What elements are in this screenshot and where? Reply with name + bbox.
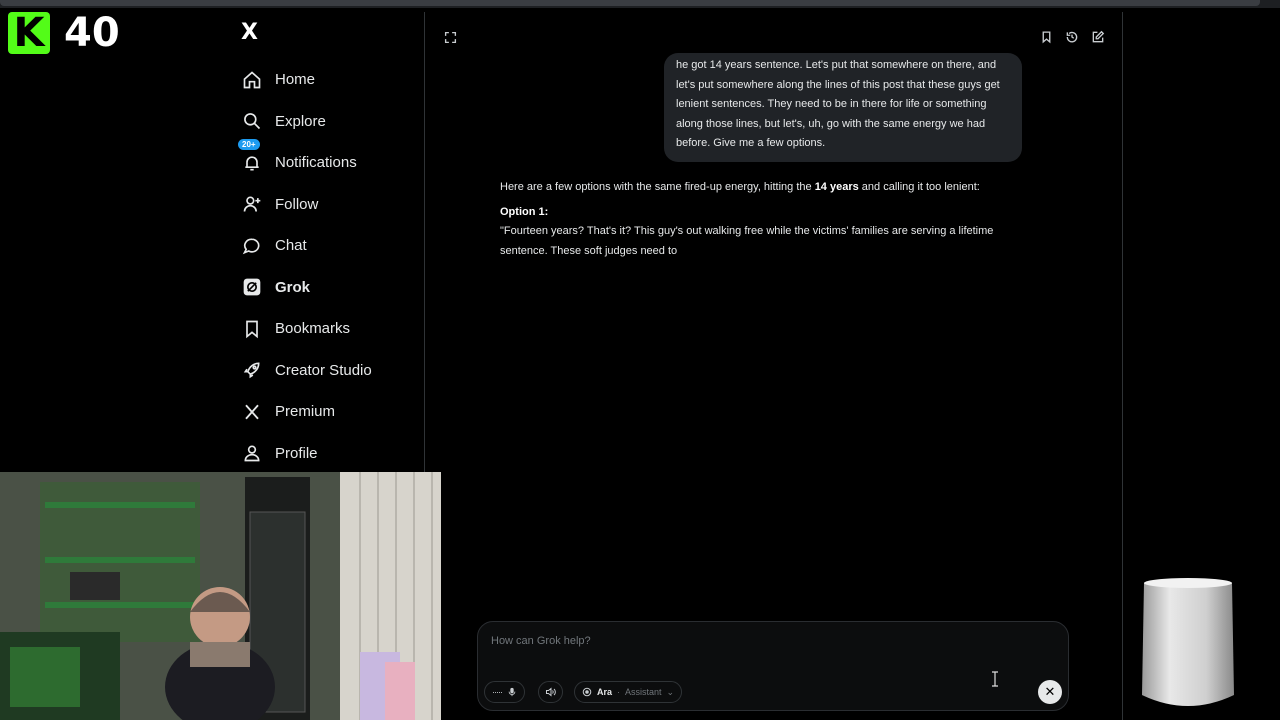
- rocket-icon: [235, 358, 269, 382]
- bell-icon: [235, 151, 269, 175]
- sidebar-item-chat[interactable]: Chat: [235, 225, 420, 267]
- reply-intro: Here are a few options with the same fir…: [500, 178, 1040, 198]
- new-chat-icon[interactable]: [1089, 28, 1107, 46]
- sidebar-item-label: Home: [275, 71, 316, 89]
- webcam-scene: [0, 472, 441, 720]
- profile-icon: [235, 441, 269, 465]
- user-message: he got 14 years sentence. Let's put that…: [664, 53, 1022, 162]
- grok-reply: Here are a few options with the same fir…: [500, 178, 1040, 261]
- kick-logo: K: [8, 12, 50, 54]
- reply-intro-text: Here are a few options with the same fir…: [500, 181, 815, 193]
- viewer-count: 40: [64, 10, 120, 56]
- sidebar-item-follow[interactable]: Follow: [235, 184, 420, 226]
- voice-name: Ara: [597, 687, 613, 697]
- prompt-input[interactable]: [489, 634, 963, 648]
- sidebar-item-label: Premium: [275, 403, 336, 421]
- sidebar-item-grok[interactable]: Grok: [235, 267, 420, 309]
- speaker-button[interactable]: [538, 681, 563, 703]
- voice-selector[interactable]: Ara · Assistant ⌄: [574, 681, 683, 703]
- reply-intro-bold: 14 years: [814, 181, 859, 193]
- webcam-feed: [0, 472, 441, 720]
- mode-label: Assistant: [625, 687, 662, 697]
- sidebar-item-bookmarks[interactable]: Bookmarks: [235, 308, 420, 350]
- sidebar-item-label: Profile: [275, 444, 318, 462]
- glass-icon: [1142, 578, 1234, 706]
- search-icon: [235, 109, 269, 133]
- drink-glass-overlay: [1140, 577, 1236, 713]
- sidebar-item-label: Explore: [275, 112, 326, 130]
- sidebar-item-label: Follow: [275, 195, 319, 213]
- chevron-down-icon: ⌄: [666, 686, 675, 697]
- grok-icon: [235, 275, 269, 299]
- chat-bubble-icon: [235, 234, 269, 258]
- sidebar-item-notifications[interactable]: 20+ Notifications: [235, 139, 420, 184]
- waveform-icon: ·····: [492, 687, 503, 697]
- bookmark-icon: [235, 317, 269, 341]
- speaker-icon: [546, 687, 556, 697]
- option-text: "Fourteen years? That's it? This guy's o…: [500, 225, 994, 257]
- sidebar-item-home[interactable]: Home: [235, 59, 420, 101]
- history-icon[interactable]: [1063, 28, 1081, 46]
- grok-composer: ····· Ara · Assistant ⌄ ✕: [477, 621, 1069, 711]
- notification-badge: 20+: [238, 139, 260, 150]
- reply-intro-text-end: and calling it too lenient:: [858, 181, 980, 193]
- close-icon: ✕: [1044, 684, 1056, 700]
- sidebar-nav: Home Explore 20+ Notifications Follow Ch…: [235, 59, 420, 474]
- sidebar-item-label: Notifications: [275, 154, 357, 172]
- x-premium-icon: [235, 400, 269, 424]
- sidebar-item-creator-studio[interactable]: Creator Studio: [235, 350, 420, 392]
- sidebar-item-explore[interactable]: Explore: [235, 101, 420, 143]
- voice-icon: [582, 687, 592, 697]
- sidebar-item-label: Bookmarks: [275, 320, 351, 338]
- x-logo[interactable]: X: [241, 22, 258, 44]
- kick-viewer-overlay: K 40: [8, 12, 120, 54]
- close-voice-button[interactable]: ✕: [1038, 680, 1062, 704]
- grok-chat-panel: he got 14 years sentence. Let's put that…: [425, 12, 1122, 720]
- browser-tab-bar: [0, 0, 1260, 6]
- separator-dot: ·: [617, 687, 621, 697]
- expand-icon[interactable]: [441, 28, 459, 46]
- sidebar-item-premium[interactable]: Premium: [235, 391, 420, 433]
- sidebar-item-label: Creator Studio: [275, 361, 372, 379]
- sidebar-item-label: Chat: [275, 237, 307, 255]
- add-person-icon: [235, 192, 269, 216]
- sidebar-item-profile[interactable]: Profile: [235, 433, 420, 475]
- browser-top-strip: [0, 0, 1280, 8]
- option-label: Option 1:: [500, 205, 549, 218]
- sidebar-item-label: Grok: [275, 278, 311, 296]
- text-cursor-icon: [992, 671, 998, 687]
- voice-input-button[interactable]: ·····: [484, 681, 525, 703]
- home-icon: [235, 68, 269, 92]
- microphone-icon: [508, 687, 516, 697]
- main-right-divider: [1122, 12, 1123, 720]
- bookmark-icon[interactable]: [1037, 28, 1055, 46]
